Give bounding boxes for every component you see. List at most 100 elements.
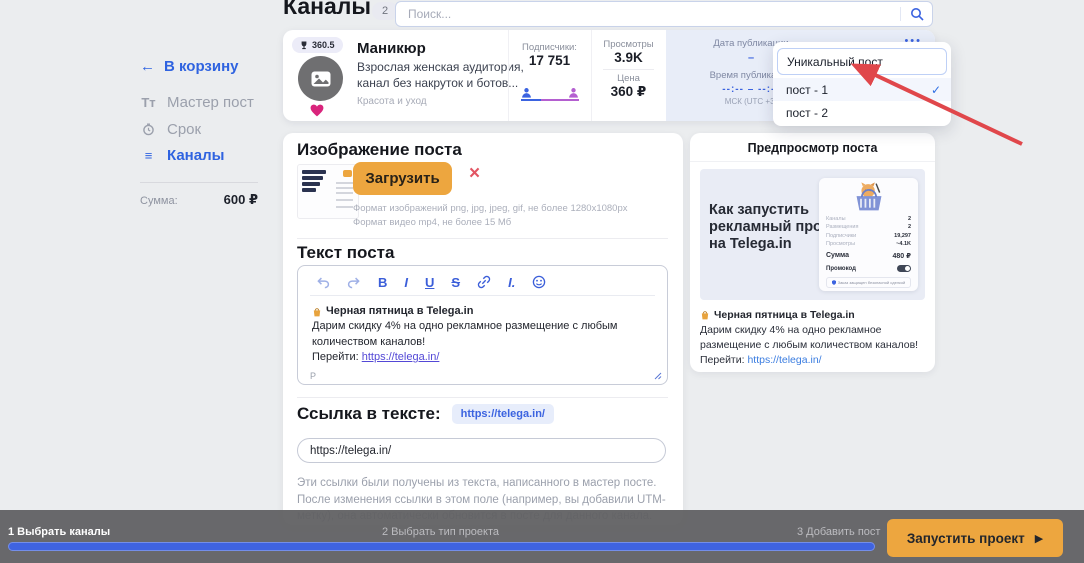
dropdown-option-unique-post[interactable]: Уникальный пост	[777, 48, 947, 75]
post-preview-card: Предпросмотр поста Как запустить рекламн…	[690, 133, 935, 372]
page: ← В корзину Тт Мастер пост Срок ≡ Каналы…	[0, 0, 1084, 563]
channel-name[interactable]: Маникюр	[357, 40, 426, 57]
male-person-icon	[521, 87, 532, 99]
promo-toggle	[897, 265, 911, 272]
female-person-icon	[568, 87, 579, 99]
mini-stat-row: Размещения2	[826, 224, 911, 230]
views-price-block: Просмотры 3.9K Цена 360 ₽	[591, 30, 666, 100]
channel-avatar	[298, 56, 343, 101]
video-format-hint: Формат видео mp4, не более 15 Мб	[353, 217, 511, 228]
step-select-channels[interactable]: 1 Выбрать каналы	[8, 526, 110, 538]
thumbnail-illustration	[343, 170, 352, 177]
preview-image: Как запустить рекламный проект на Telega…	[700, 169, 925, 300]
clear-format-icon[interactable]: I.	[508, 276, 515, 289]
detected-link-badge[interactable]: https://telega.in/	[452, 404, 554, 424]
redo-icon[interactable]	[347, 276, 361, 289]
sidebar-divider	[140, 182, 258, 183]
image-section-title: Изображение поста	[297, 140, 462, 160]
search-icon[interactable]	[900, 7, 924, 21]
audience-range-slider[interactable]	[521, 87, 579, 103]
back-link-label: В корзину	[164, 58, 239, 75]
post-link-prefix: Перейти:	[312, 351, 359, 363]
sidebar-item-term[interactable]: Срок	[140, 121, 201, 138]
link-icon[interactable]	[477, 275, 491, 289]
views-label: Просмотры	[591, 39, 666, 50]
remove-image-icon[interactable]: ×	[469, 164, 480, 183]
views-value: 3.9K	[591, 50, 666, 65]
sidebar-item-master-post[interactable]: Тт Мастер пост	[140, 94, 254, 111]
back-to-cart-link[interactable]: ← В корзину	[140, 58, 239, 75]
underline-icon[interactable]: U	[425, 276, 434, 289]
channel-category: Красота и уход	[357, 96, 427, 107]
search-bar	[395, 1, 933, 27]
link-section-title: Ссылка в тексте:	[297, 404, 441, 424]
sidebar-item-label: Каналы	[167, 147, 224, 164]
shopping-bag-icon	[312, 307, 322, 317]
left-arrow-icon: ←	[140, 58, 155, 75]
post-title-text: Черная пятница в Telega.in	[326, 304, 473, 319]
rating-value: 360.5	[312, 40, 335, 50]
preview-post-link[interactable]: https://telega.in/	[747, 354, 821, 366]
sum-value: 600 ₽	[224, 192, 258, 208]
post-text-editor: B I U S I. Черная пятница в Telega.	[297, 265, 668, 385]
mini-secure-note: Заказ защищен безопасной сделкой	[826, 277, 911, 288]
launch-project-button[interactable]: Запустить проект ▶	[887, 519, 1063, 557]
stat-divider	[603, 69, 654, 70]
trophy-icon	[300, 41, 308, 50]
cat-basket-illustration	[826, 181, 911, 213]
shield-icon	[832, 280, 836, 285]
wizard-progress-bar	[8, 542, 875, 551]
sidebar-item-label: Мастер пост	[167, 94, 254, 111]
post-form-card: Изображение поста Загрузить × Формат изо…	[283, 133, 683, 525]
mini-stat-row: Каналы2	[826, 216, 911, 222]
mini-stat-row: Просмотры~4.1K	[826, 241, 911, 247]
editor-toolbar: B I U S I.	[298, 266, 667, 295]
mini-stat-row: Подписчики19,297	[826, 233, 911, 239]
wizard-footer: 1 Выбрать каналы 2 Выбрать тип проекта 3…	[0, 510, 1084, 563]
subscribers-block: Подписчики: 17 751	[508, 30, 591, 68]
italic-icon[interactable]: I	[404, 276, 408, 289]
sidebar-item-label: Срок	[167, 121, 201, 138]
favorite-heart-icon[interactable]	[310, 104, 324, 117]
preview-divider	[690, 161, 935, 162]
strikethrough-icon[interactable]: S	[451, 276, 460, 289]
checkmark-icon: ✓	[931, 83, 941, 97]
page-title: Каналы	[283, 0, 371, 20]
post-image-thumbnail[interactable]	[297, 164, 359, 219]
bold-icon[interactable]: B	[378, 276, 387, 289]
post-type-dropdown: Уникальный пост пост - 1 ✓ пост - 2	[773, 42, 951, 126]
mini-sum-row: Сумма480 ₽	[826, 252, 911, 260]
clock-icon	[140, 123, 157, 136]
emoji-icon[interactable]	[532, 275, 546, 289]
editor-content[interactable]: Черная пятница в Telega.in Дарим скидку …	[298, 296, 667, 366]
search-input[interactable]	[406, 6, 892, 22]
image-format-hint: Формат изображений png, jpg, jpeg, gif, …	[353, 203, 628, 214]
subscribers-label: Подписчики:	[508, 42, 591, 53]
preview-mini-card: Каналы2 Размещения2 Подписчики19,297 Про…	[819, 178, 918, 291]
post-link[interactable]: https://telega.in/	[362, 351, 440, 363]
resize-handle-icon[interactable]	[654, 372, 662, 380]
step-select-project-type[interactable]: 2 Выбрать тип проекта	[382, 526, 499, 538]
preview-link-prefix: Перейти:	[700, 354, 745, 366]
mini-promo-row: Промокод	[826, 265, 911, 272]
preview-title: Предпросмотр поста	[690, 141, 935, 155]
dropdown-option-post-2[interactable]: пост - 2	[773, 101, 951, 124]
post-body-text: Дарим скидку 4% на одно рекламное размещ…	[312, 319, 653, 350]
undo-icon[interactable]	[316, 276, 330, 289]
editor-format-indicator: P	[310, 371, 316, 381]
sidebar-item-channels[interactable]: ≡ Каналы	[140, 147, 224, 164]
subscribers-value: 17 751	[508, 53, 591, 68]
preview-post-text: Черная пятница в Telega.in Дарим скидку …	[700, 309, 926, 366]
link-input[interactable]	[297, 438, 666, 463]
text-section-title: Текст поста	[297, 243, 394, 263]
upload-button[interactable]: Загрузить	[353, 162, 452, 195]
step-add-post[interactable]: 3 Добавить пост	[797, 526, 880, 538]
image-placeholder-icon	[311, 71, 331, 87]
preview-post-title: Черная пятница в Telega.in	[714, 309, 855, 321]
section-divider	[297, 238, 668, 239]
text-format-icon: Тт	[140, 95, 157, 110]
slider-track-active	[521, 99, 541, 101]
section-divider	[297, 397, 668, 398]
sum-label: Сумма:	[140, 195, 178, 207]
dropdown-option-post-1[interactable]: пост - 1 ✓	[773, 78, 951, 101]
